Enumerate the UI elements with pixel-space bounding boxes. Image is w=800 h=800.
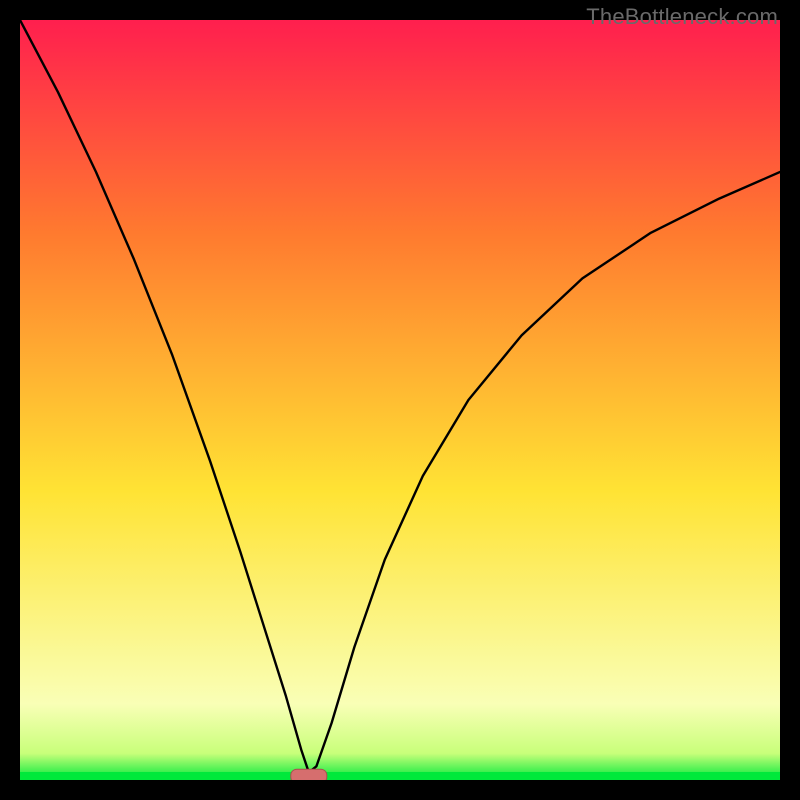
green-baseline-band bbox=[20, 772, 780, 780]
gradient-background bbox=[20, 20, 780, 780]
bottleneck-chart bbox=[20, 20, 780, 780]
chart-frame bbox=[20, 20, 780, 780]
watermark-text: TheBottleneck.com bbox=[586, 4, 778, 30]
optimal-point-marker bbox=[291, 769, 327, 780]
